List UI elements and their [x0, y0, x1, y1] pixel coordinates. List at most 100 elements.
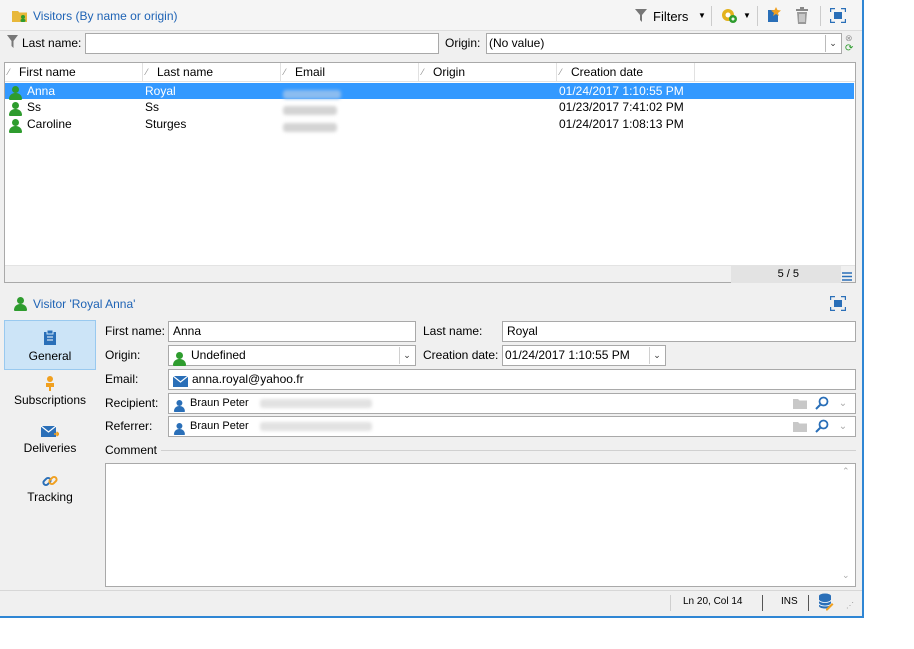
cursor-position: Ln 20, Col 14	[683, 596, 743, 607]
table-row[interactable]: Ss Ss 01/23/2017 7:41:02 PM	[5, 99, 854, 116]
visitors-grid: ⁄ First name ⁄ Last name ⁄ Email ⁄ Origin ⁄ C…	[4, 62, 856, 283]
recipient-dropdown-icon[interactable]: ⌄	[835, 394, 851, 413]
scroll-down-icon[interactable]: ⌄	[842, 570, 850, 581]
sidebar-item-general[interactable]: General	[4, 320, 96, 370]
window-title[interactable]: Visitors (By name or origin)	[33, 9, 178, 23]
cell-creation-date: 01/23/2017 7:41:02 PM	[559, 100, 684, 114]
filter-icon	[7, 35, 18, 51]
first-name-label: First name:	[105, 324, 166, 338]
email-label: Email:	[105, 372, 139, 386]
visitor-icon	[9, 100, 22, 116]
origin-value: Undefined	[191, 348, 246, 362]
toolbar-separator	[820, 6, 821, 26]
recipient-email-redacted	[259, 398, 372, 408]
status-separator	[808, 595, 809, 611]
creation-date-field[interactable]: 01/24/2017 1:10:55 PM ⌄	[502, 345, 666, 366]
origin-filter-dropdown-icon[interactable]: ⌄	[825, 35, 840, 52]
gear-actions-icon[interactable]	[720, 7, 738, 27]
column-header-creation-date[interactable]: ⁄ Creation date	[557, 63, 695, 81]
cell-last-name: Royal	[145, 84, 176, 98]
search-icon[interactable]	[815, 396, 829, 417]
record-count: 5 / 5	[777, 268, 799, 280]
origin-filter-value: (No value)	[489, 36, 545, 50]
visitor-detail-icon	[14, 296, 27, 311]
list-menu-icon[interactable]	[842, 270, 852, 284]
comment-divider	[161, 450, 856, 451]
cell-first-name: Anna	[27, 84, 56, 98]
scroll-up-icon[interactable]: ⌃	[842, 466, 850, 477]
refresh-icon[interactable]: ⟳	[845, 43, 853, 54]
resize-grip-icon[interactable]: ⋰	[846, 601, 854, 610]
origin-dropdown-icon[interactable]: ⌄	[399, 347, 414, 364]
column-header-email[interactable]: ⁄ Email	[281, 63, 419, 81]
clipboard-icon	[5, 329, 95, 346]
detail-form: First name: Anna Last name: Royal Origin…	[98, 318, 858, 588]
cell-email-redacted	[283, 119, 337, 135]
origin-filter-select[interactable]: (No value) ⌄	[486, 33, 842, 54]
insert-mode: INS	[781, 596, 798, 607]
detail-maximize-icon[interactable]	[828, 294, 848, 314]
cell-creation-date: 01/24/2017 1:08:13 PM	[559, 117, 684, 131]
date-picker-dropdown-icon[interactable]: ⌄	[649, 347, 664, 364]
new-record-icon[interactable]	[766, 7, 782, 27]
visitor-icon	[9, 117, 22, 133]
actions-dropdown-icon[interactable]: ▼	[743, 11, 751, 20]
top-toolbar: Visitors (By name or origin) Filters ▼ ▼	[0, 0, 862, 31]
sidebar-item-deliveries[interactable]: Deliveries	[4, 424, 96, 468]
detail-sidebar: General Subscriptions Deliveries Trackin…	[0, 318, 98, 588]
cell-creation-date: 01/24/2017 1:10:55 PM	[559, 84, 684, 98]
column-header-last-name[interactable]: ⁄ Last name	[143, 63, 281, 81]
subscription-icon	[4, 376, 96, 392]
filters-dropdown-icon[interactable]: ▼	[698, 11, 706, 20]
creation-date-label: Creation date:	[423, 348, 499, 362]
email-field[interactable]: anna.royal@yahoo.fr	[168, 369, 856, 390]
last-name-filter-label: Last name:	[22, 36, 82, 50]
status-bar: Ln 20, Col 14 INS ⋰	[0, 590, 862, 616]
last-name-filter-input[interactable]	[85, 33, 439, 54]
folder-icon[interactable]	[793, 397, 807, 416]
record-count-box: 5 / 5	[731, 266, 841, 283]
cell-last-name: Ss	[145, 100, 160, 114]
maximize-icon[interactable]	[828, 6, 848, 26]
referrer-field[interactable]: Braun Peter ⌄	[168, 416, 856, 437]
cell-first-name: Caroline	[27, 117, 72, 131]
toolbar-separator	[757, 6, 758, 26]
delete-trash-icon[interactable]	[795, 7, 809, 27]
referrer-dropdown-icon[interactable]: ⌄	[835, 417, 851, 436]
sidebar-item-label: Deliveries	[23, 441, 77, 455]
origin-person-icon	[173, 349, 186, 368]
recipient-field[interactable]: Braun Peter ⌄	[168, 393, 856, 414]
referrer-value: Braun Peter	[190, 420, 249, 432]
filter-funnel-icon[interactable]	[635, 9, 647, 25]
app-window: Visitors (By name or origin) Filters ▼ ▼…	[0, 0, 864, 618]
visitor-icon	[9, 84, 22, 100]
folder-icon[interactable]	[793, 420, 807, 439]
email-value: anna.royal@yahoo.fr	[192, 372, 304, 386]
referrer-label: Referrer:	[105, 419, 153, 433]
cell-first-name: Ss	[27, 100, 42, 114]
comment-textarea[interactable]	[105, 463, 856, 587]
column-header-origin[interactable]: ⁄ Origin	[419, 63, 557, 81]
first-name-field[interactable]: Anna	[168, 321, 416, 342]
origin-select[interactable]: Undefined ⌄	[168, 345, 416, 366]
search-icon[interactable]	[815, 419, 829, 440]
comment-scrollbar[interactable]: ⌃ ⌄	[839, 464, 855, 586]
recipient-person-icon	[173, 397, 185, 416]
sidebar-item-subscriptions[interactable]: Subscriptions	[4, 376, 96, 420]
recipient-label: Recipient:	[105, 396, 159, 410]
last-name-label: Last name:	[423, 324, 483, 338]
column-header-first-name[interactable]: ⁄ First name	[5, 63, 143, 81]
grid-footer: 5 / 5	[5, 265, 855, 284]
link-icon	[4, 473, 96, 489]
referrer-email-redacted	[259, 421, 372, 431]
origin-filter-label: Origin:	[445, 36, 481, 50]
last-name-field[interactable]: Royal	[502, 321, 856, 342]
table-row[interactable]: Anna Royal 01/24/2017 1:10:55 PM	[5, 83, 854, 100]
sidebar-item-tracking[interactable]: Tracking	[4, 473, 96, 517]
referrer-person-icon	[173, 420, 185, 439]
detail-title: Visitor 'Royal Anna'	[33, 297, 136, 311]
database-edit-icon[interactable]	[818, 593, 834, 614]
filters-button[interactable]: Filters	[653, 9, 688, 24]
table-row[interactable]: Caroline Sturges 01/24/2017 1:08:13 PM	[5, 116, 854, 135]
creation-date-value: 01/24/2017 1:10:55 PM	[505, 348, 630, 362]
